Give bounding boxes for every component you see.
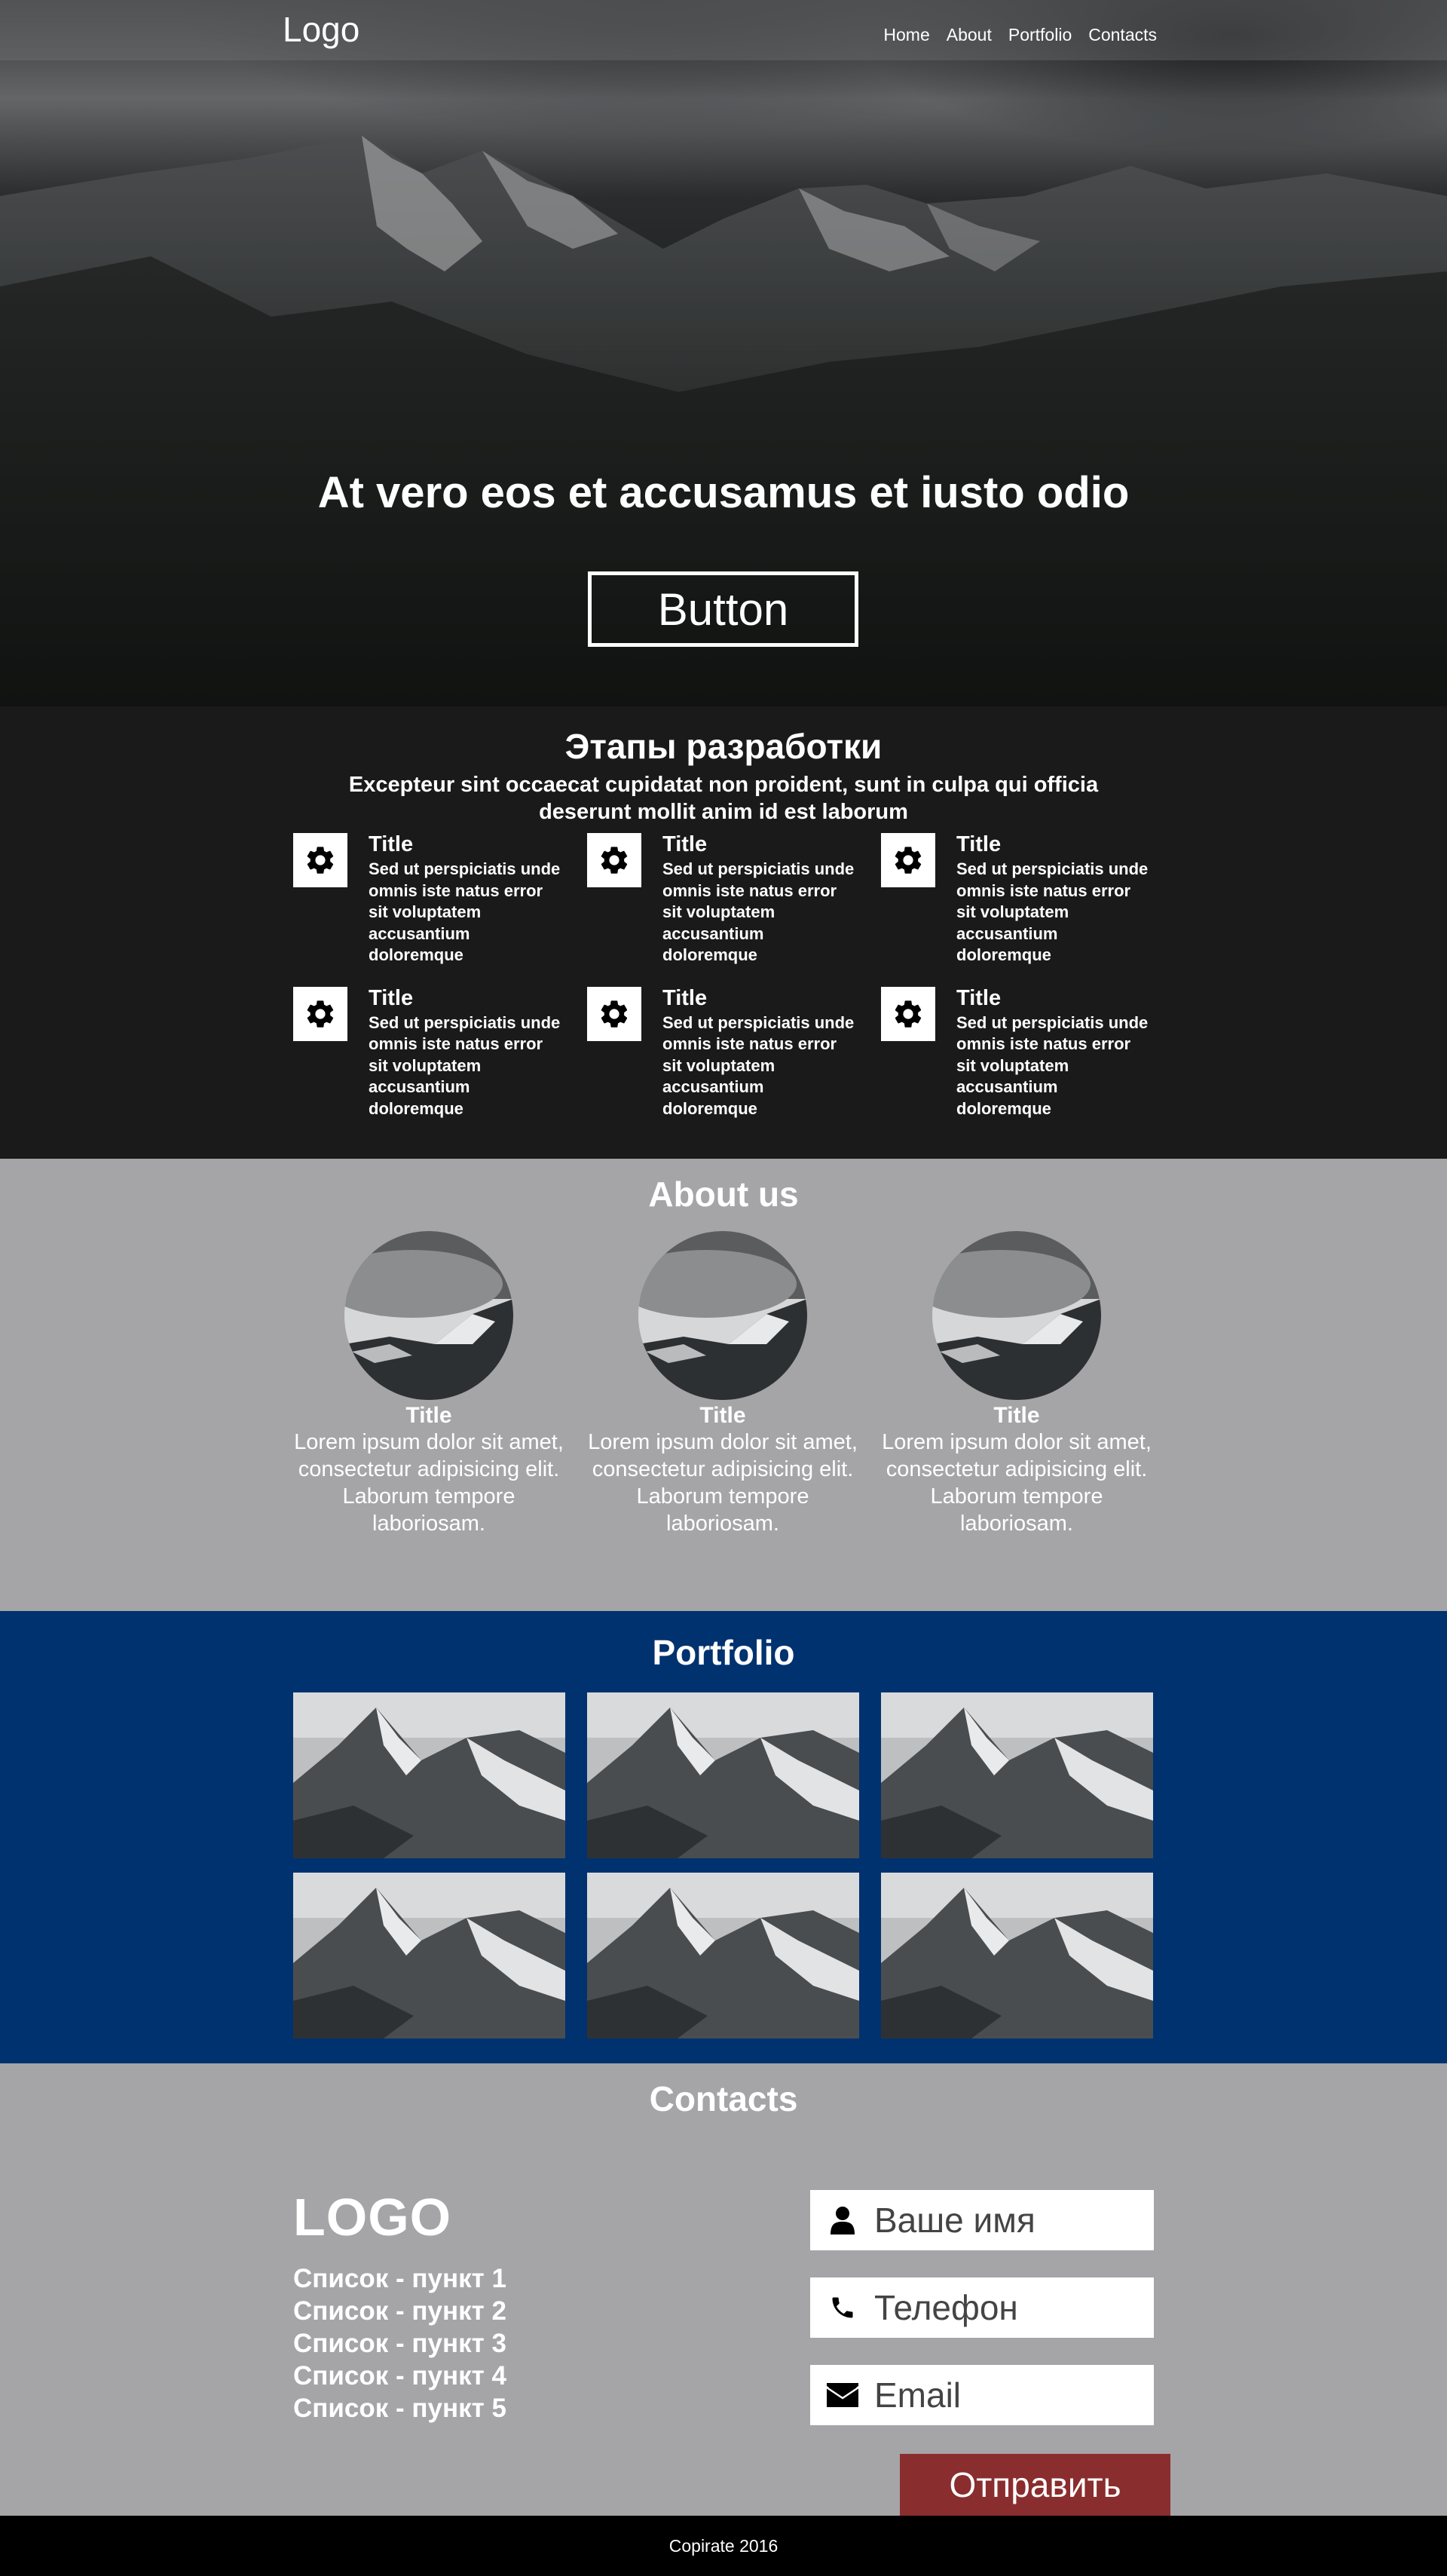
list-item: Список - пункт 3 (293, 2329, 506, 2358)
portfolio-item[interactable] (293, 1692, 565, 1858)
gear-icon (293, 986, 347, 1041)
team-member-text: Lorem ipsum dolor sit amet, consectetur … (882, 1430, 1152, 1536)
team-member-title: Title (993, 1403, 1040, 1428)
team-member-text: Lorem ipsum dolor sit amet, consectetur … (588, 1430, 858, 1536)
team-member-photo (932, 1231, 1101, 1400)
email-field[interactable] (810, 2365, 1154, 2425)
team-member-photo (638, 1231, 807, 1400)
stage-text: Sed ut perspiciatis unde omnis iste natu… (662, 1012, 855, 1118)
contacts-logo: LOGO (293, 2188, 452, 2247)
about-section: About us Title Lorem ipsum dolor sit ame… (0, 1159, 1447, 1611)
team-grid: Title Lorem ipsum dolor sit amet, consec… (293, 1231, 1154, 1537)
phone-field[interactable] (810, 2277, 1154, 2338)
team-member-text: Lorem ipsum dolor sit amet, consectetur … (294, 1430, 564, 1536)
nav-link-home[interactable]: Home (883, 25, 929, 45)
footer-copyright: Copirate 2016 (668, 2535, 779, 2556)
stages-section: Этапы разработки Excepteur sint occaecat… (0, 706, 1447, 1159)
list-item: Список - пункт 2 (293, 2296, 506, 2326)
list-item: Список - пункт 1 (293, 2264, 506, 2293)
stage-title: Title (369, 985, 414, 1010)
stages-grid: Title Sed ut perspiciatis unde omnis iste… (293, 833, 1154, 1120)
stage-text: Sed ut perspiciatis unde omnis iste natu… (369, 1012, 561, 1118)
gear-icon (881, 833, 935, 887)
hero-section: Logo Home About Portfolio Contacts At ve… (0, 0, 1447, 706)
email-input[interactable] (874, 2375, 1146, 2415)
stage-title: Title (369, 832, 414, 856)
portfolio-item[interactable] (587, 1873, 859, 2038)
header-logo[interactable]: Logo (283, 9, 359, 50)
nav-link-about[interactable]: About (947, 25, 992, 45)
portfolio-item[interactable] (881, 1692, 1153, 1858)
gear-icon (881, 986, 935, 1041)
envelope-icon (810, 2383, 874, 2407)
stage-title: Title (662, 985, 708, 1010)
hero-button[interactable]: Button (588, 571, 858, 647)
portfolio-item[interactable] (587, 1692, 859, 1858)
stage-title: Title (956, 985, 1002, 1010)
contacts-list: Список - пункт 1 Список - пункт 2 Список… (293, 2262, 506, 2424)
nav-link-contacts[interactable]: Contacts (1088, 25, 1157, 45)
stages-title: Этапы разработки (564, 727, 883, 766)
list-item: Список - пункт 4 (293, 2361, 506, 2391)
about-title: About us (648, 1175, 799, 1214)
stage-item: Title Sed ut perspiciatis unde omnis iste… (881, 985, 1154, 1120)
stage-item: Title Sed ut perspiciatis unde omnis iste… (587, 833, 881, 966)
phone-input[interactable] (874, 2287, 1146, 2328)
portfolio-item[interactable] (293, 1873, 565, 2038)
nav-link-portfolio[interactable]: Portfolio (1008, 25, 1072, 45)
stage-title: Title (956, 832, 1002, 856)
gear-icon (293, 833, 347, 887)
portfolio-title: Portfolio (652, 1633, 795, 1672)
gear-icon (587, 986, 641, 1041)
top-navigation-bar: Logo Home About Portfolio Contacts (0, 0, 1447, 60)
main-nav: Home About Portfolio Contacts (883, 25, 1157, 45)
team-member-title: Title (405, 1403, 452, 1428)
stage-text: Sed ut perspiciatis unde omnis iste natu… (956, 859, 1149, 964)
stages-subtitle: Excepteur sint occaecat cupidatat non pr… (348, 773, 1099, 824)
submit-button[interactable]: Отправить (900, 2454, 1170, 2516)
team-member: Title Lorem ipsum dolor sit amet, consec… (881, 1231, 1152, 1537)
contacts-section: Contacts LOGO Список - пункт 1 Список - … (0, 2063, 1447, 2516)
team-member: Title Lorem ipsum dolor sit amet, consec… (293, 1231, 564, 1537)
list-item: Список - пункт 5 (293, 2394, 506, 2423)
phone-icon (810, 2294, 874, 2321)
portfolio-section: Portfolio (0, 1611, 1447, 2063)
stage-item: Title Sed ut perspiciatis unde omnis iste… (881, 833, 1154, 966)
user-icon (810, 2206, 874, 2234)
stage-item: Title Sed ut perspiciatis unde omnis iste… (293, 833, 587, 966)
team-member-title: Title (699, 1403, 746, 1428)
portfolio-gallery (293, 1692, 1154, 2038)
hero-title: At vero eos et accusamus et iusto odio (317, 468, 1130, 517)
name-field[interactable] (810, 2190, 1154, 2250)
stage-item: Title Sed ut perspiciatis unde omnis iste… (587, 985, 881, 1120)
stage-title: Title (662, 832, 708, 856)
name-input[interactable] (874, 2200, 1146, 2241)
team-member: Title Lorem ipsum dolor sit amet, consec… (587, 1231, 858, 1537)
stage-text: Sed ut perspiciatis unde omnis iste natu… (662, 859, 855, 964)
stage-text: Sed ut perspiciatis unde omnis iste natu… (956, 1012, 1149, 1118)
stage-text: Sed ut perspiciatis unde omnis iste natu… (369, 859, 561, 964)
stage-item: Title Sed ut perspiciatis unde omnis iste… (293, 985, 587, 1120)
contacts-title: Contacts (649, 2079, 798, 2118)
portfolio-item[interactable] (881, 1873, 1153, 2038)
gear-icon (587, 833, 641, 887)
team-member-photo (344, 1231, 513, 1400)
